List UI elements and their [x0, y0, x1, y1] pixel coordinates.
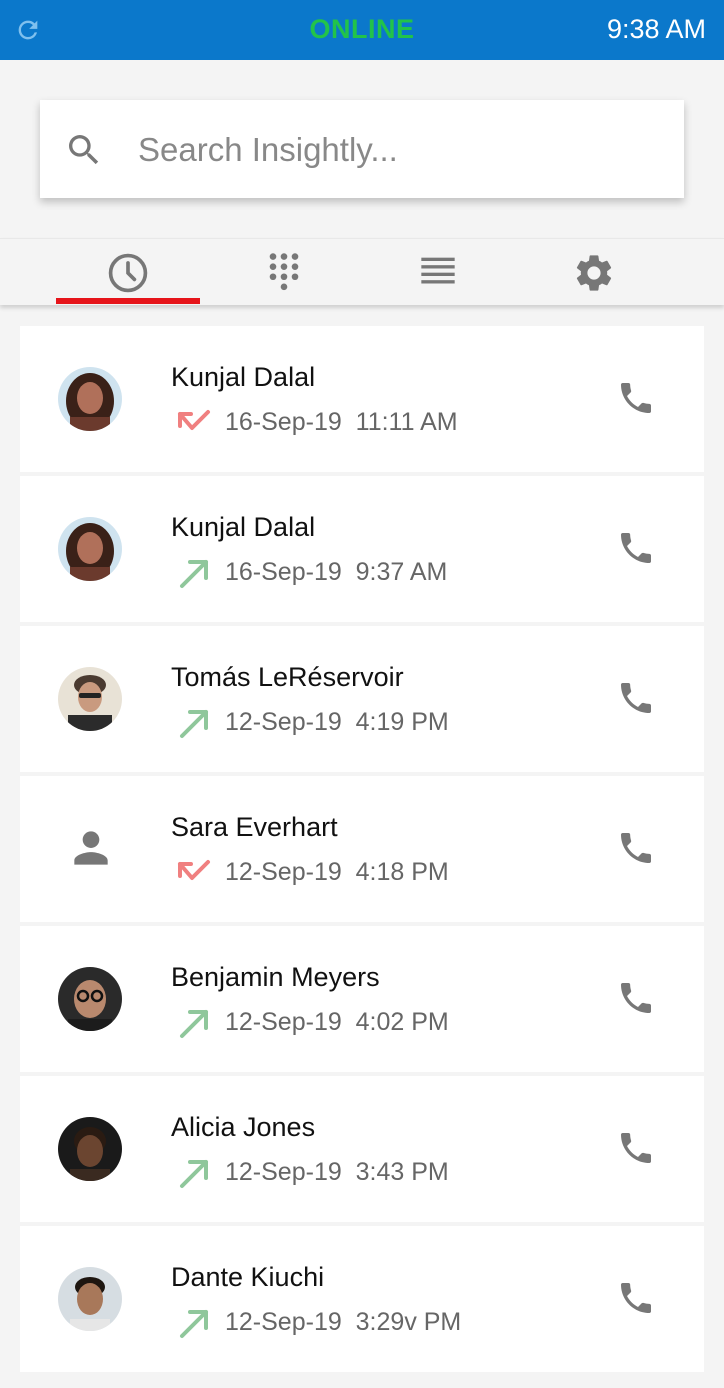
phone-icon[interactable] [616, 378, 656, 418]
status-bar: ONLINE 9:38 AM [0, 0, 724, 60]
call-timestamp: 16-Sep-19 11:11 AM [225, 408, 458, 436]
call-row[interactable]: Alicia Jones 12-Sep-19 3:43 PM [20, 1076, 704, 1222]
call-timestamp: 12-Sep-19 4:18 PM [225, 858, 449, 886]
clock-icon [108, 253, 148, 293]
call-row[interactable]: Dante Kiuchi 12-Sep-19 3:29v PM [20, 1226, 704, 1372]
outgoing-call-icon [180, 1160, 208, 1188]
dialpad-icon [269, 253, 299, 291]
contact-name: Tomás LeRéservoir [171, 662, 404, 692]
active-tab-indicator [56, 298, 200, 304]
tab-bar [0, 238, 724, 305]
phone-icon[interactable] [616, 1278, 656, 1318]
missed-call-icon [178, 410, 210, 430]
outgoing-call-icon [180, 710, 208, 738]
avatar [58, 517, 122, 581]
contact-name: Alicia Jones [171, 1112, 316, 1142]
call-timestamp: 12-Sep-19 4:19 PM [225, 708, 449, 736]
tab-settings[interactable] [522, 239, 666, 305]
call-row[interactable]: Sara Everhart 12-Sep-19 4:18 PM [20, 776, 704, 922]
contact-name: Sara Everhart [171, 812, 338, 842]
phone-icon[interactable] [616, 528, 656, 568]
call-row[interactable]: Benjamin Meyers 12-Sep-19 4:02 PM [20, 926, 704, 1072]
outgoing-call-icon [180, 1010, 208, 1038]
call-timestamp: 12-Sep-19 3:29v PM [225, 1308, 462, 1336]
tab-dialpad[interactable] [212, 239, 356, 305]
search-icon [69, 135, 99, 165]
avatar [58, 967, 122, 1031]
call-row[interactable]: Kunjal Dalal 16-Sep-19 9:37 AM [20, 476, 704, 622]
contact-name: Kunjal Dalal [171, 362, 316, 392]
contact-name: Benjamin Meyers [171, 962, 380, 992]
call-timestamp: 16-Sep-19 9:37 AM [225, 558, 448, 586]
gear-icon [576, 255, 612, 291]
list-icon [421, 257, 455, 284]
phone-icon[interactable] [616, 678, 656, 718]
avatar [58, 1267, 122, 1331]
tab-recent-calls[interactable] [56, 239, 200, 305]
avatar [58, 667, 122, 731]
avatar [58, 367, 122, 431]
search-input[interactable] [138, 126, 658, 174]
phone-icon[interactable] [616, 828, 656, 868]
phone-icon[interactable] [616, 1128, 656, 1168]
outgoing-call-icon [180, 1310, 208, 1338]
outgoing-call-icon [180, 560, 208, 588]
call-timestamp: 12-Sep-19 4:02 PM [225, 1008, 449, 1036]
person-icon [74, 831, 108, 865]
phone-icon[interactable] [616, 978, 656, 1018]
contact-name: Dante Kiuchi [171, 1262, 325, 1292]
call-row[interactable]: Tomás LeRéservoir 12-Sep-19 4:19 PM [20, 626, 704, 772]
recent-calls-list: Kunjal Dalal 16-Sep-19 11:11 AM Kunjal D… [20, 326, 704, 1376]
contact-name: Kunjal Dalal [171, 512, 316, 542]
tab-list[interactable] [366, 239, 510, 305]
clock-time: 9:38 AM [606, 14, 706, 44]
avatar [58, 1117, 122, 1181]
missed-call-icon [178, 860, 210, 880]
call-row[interactable]: Kunjal Dalal 16-Sep-19 11:11 AM [20, 326, 704, 472]
call-timestamp: 12-Sep-19 3:43 PM [225, 1158, 449, 1186]
